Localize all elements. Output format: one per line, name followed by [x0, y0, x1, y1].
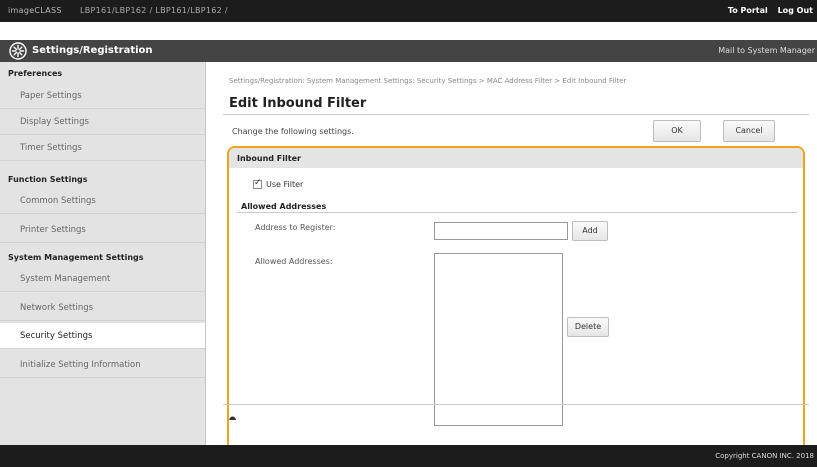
delete-button[interactable]: Delete [567, 317, 609, 337]
inbound-filter-panel: Inbound Filter Use Filter Allowed Addres… [227, 146, 805, 457]
use-filter-checkbox[interactable] [253, 178, 262, 189]
allowed-addresses-header: Allowed Addresses [241, 202, 327, 211]
sidebar-item-initialize-setting-information[interactable]: Initialize Setting Information [0, 352, 205, 378]
bottom-divider [223, 404, 809, 405]
allowed-addresses-list[interactable] [434, 253, 563, 426]
sidebar-item-system-management[interactable]: System Management [0, 266, 205, 292]
inbound-filter-header: Inbound Filter [229, 148, 803, 168]
sidebar-item-printer-settings[interactable]: Printer Settings [0, 217, 205, 243]
sidebar-item-timer-settings[interactable]: Timer Settings [0, 135, 205, 161]
sidebar-item-common-settings[interactable]: Common Settings [0, 188, 205, 214]
sidebar-item-display-settings[interactable]: Display Settings [0, 109, 205, 135]
top-bar: imageCLASS LBP161/LBP162 / LBP161/LBP162… [0, 0, 817, 22]
sidebar-section-system-management-settings: System Management Settings [8, 253, 144, 262]
sidebar: Preferences Paper Settings Display Setti… [0, 62, 206, 445]
to-portal-link[interactable]: To Portal [728, 6, 768, 15]
address-to-register-input[interactable] [434, 222, 568, 240]
sidebar-item-label: Paper Settings [20, 91, 82, 101]
mail-to-system-manager-link[interactable]: Mail to System Manager [718, 46, 815, 55]
brand-name: imageCLASS [8, 6, 62, 15]
title-bar: Settings/Registration Mail to System Man… [0, 40, 817, 62]
add-button[interactable]: Add [572, 221, 608, 241]
allowed-addresses-label: Allowed Addresses: [255, 257, 333, 266]
back-to-top-icon[interactable]: ⯊ [229, 416, 236, 426]
sidebar-item-paper-settings[interactable]: Paper Settings [0, 83, 205, 109]
sidebar-item-security-settings[interactable]: Security Settings [0, 323, 205, 349]
sidebar-item-label: Security Settings [20, 331, 93, 341]
sidebar-item-label: Printer Settings [20, 225, 86, 235]
sidebar-item-label: Initialize Setting Information [20, 360, 141, 370]
cancel-button[interactable]: Cancel [723, 120, 775, 142]
page-title: Edit Inbound Filter [229, 96, 367, 111]
device-path: LBP161/LBP162 / LBP161/LBP162 / [80, 6, 228, 15]
footer: Copyright CANON INC. 2018 [0, 445, 817, 467]
sidebar-item-label: Display Settings [20, 117, 89, 127]
sidebar-item-label: Timer Settings [20, 143, 82, 153]
page-header-title: Settings/Registration [32, 45, 153, 56]
title-divider [223, 114, 809, 115]
top-links: To Portal Log Out [721, 6, 813, 15]
sidebar-section-preferences: Preferences [8, 69, 63, 78]
address-to-register-label: Address to Register: [255, 223, 336, 232]
sidebar-item-label: Network Settings [20, 303, 94, 313]
settings-gear-icon [9, 42, 27, 60]
sidebar-item-label: Common Settings [20, 196, 96, 206]
ok-button[interactable]: OK [653, 120, 701, 142]
breadcrumb: Settings/Registration: System Management… [229, 77, 627, 85]
log-out-link[interactable]: Log Out [778, 6, 813, 15]
sidebar-item-network-settings[interactable]: Network Settings [0, 295, 205, 321]
change-settings-text: Change the following settings. [232, 127, 354, 136]
sidebar-item-label: System Management [20, 274, 111, 284]
copyright-text: Copyright CANON INC. 2018 [715, 452, 814, 460]
main-content: Settings/Registration: System Management… [207, 62, 817, 457]
allowed-addresses-divider [237, 212, 797, 213]
use-filter-label: Use Filter [266, 180, 304, 189]
sidebar-section-function-settings: Function Settings [8, 175, 88, 184]
inbound-filter-title: Inbound Filter [237, 154, 301, 163]
